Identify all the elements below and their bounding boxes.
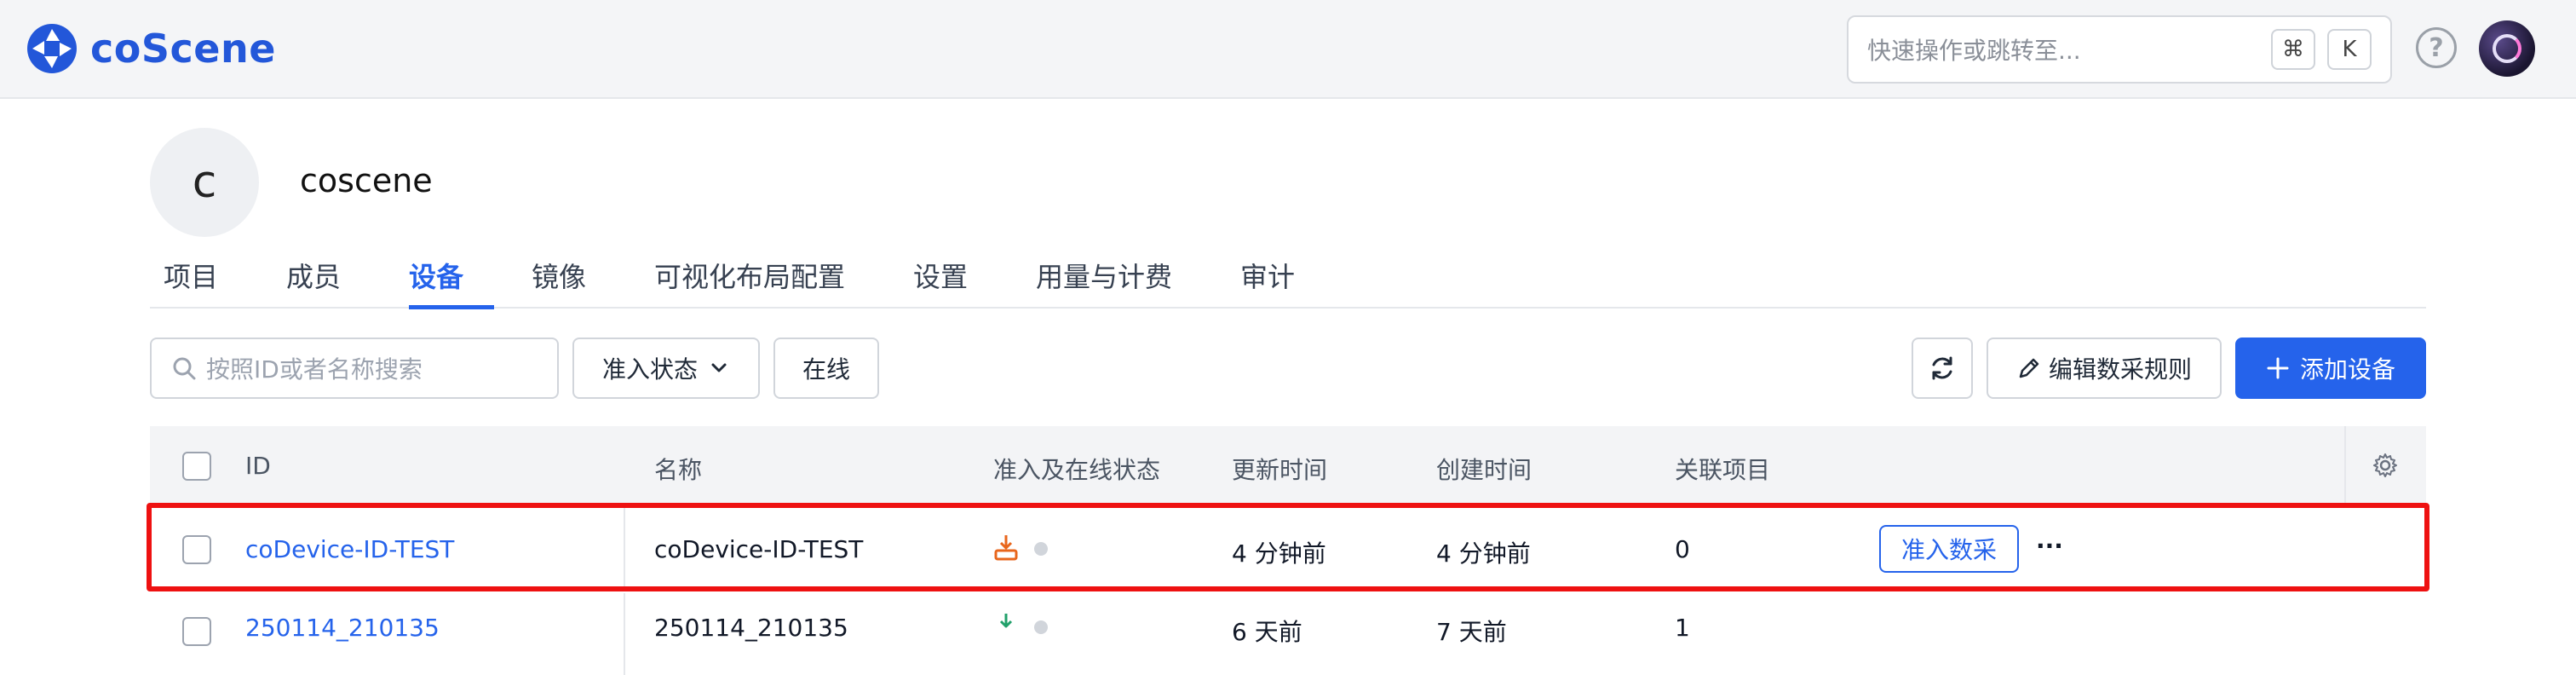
refresh-icon [1932,356,1952,380]
device-name: coDevice-ID-TEST [654,535,864,563]
tab-devices[interactable]: 设备 [409,256,463,295]
created-time: 7 天前 [1436,618,1507,646]
table-header: ID 名称 准入及在线状态 更新时间 创建时间 关联项目 [150,426,2426,505]
select-all-checkbox[interactable] [182,452,211,481]
brand-name: coScene [90,26,276,72]
device-search-input[interactable]: 按照ID或者名称搜索 [150,338,559,399]
edit-rules-label: 编辑数采规则 [2048,355,2192,384]
refresh-button[interactable] [1912,338,1973,399]
offline-status-dot [1034,542,1048,556]
command-key-icon: ⌘ [2271,29,2315,70]
more-actions-icon[interactable]: ··· [2036,532,2063,560]
plus-icon [2267,357,2289,379]
offline-status-dot [1034,620,1048,634]
header-status: 准入及在线状态 [993,456,1161,484]
top-bar: coScene 快速操作或跳转至... ⌘ K ? [0,0,2576,99]
add-device-button[interactable]: 添加设备 [2235,338,2426,399]
admit-collection-label: 准入数采 [1900,536,1997,564]
header-created: 创建时间 [1436,456,1532,484]
admit-status-filter[interactable]: 准入状态 [572,338,760,399]
device-id-link[interactable]: coDevice-ID-TEST [245,535,454,563]
table-row[interactable]: 250114_210135 250114_210135 6 天前 7 天前 1 [150,593,2426,675]
project-count: 0 [1675,535,1690,563]
help-icon[interactable]: ? [2416,27,2457,68]
add-device-label: 添加设备 [2299,355,2395,384]
project-count: 1 [1675,614,1690,642]
table-row[interactable]: coDevice-ID-TEST coDevice-ID-TEST 4 分钟前 … [150,508,2426,590]
tab-members[interactable]: 成员 [286,256,341,295]
header-id: ID [245,452,271,480]
admit-collection-button[interactable]: 准入数采 [1879,525,2019,573]
pending-admission-icon [994,535,1018,561]
brand-logo[interactable]: coScene [26,20,276,77]
admitted-download-icon [999,614,1013,628]
header-updated: 更新时间 [1232,456,1328,484]
edit-collection-rules-button[interactable]: 编辑数采规则 [1987,338,2222,399]
tab-projects[interactable]: 项目 [164,256,218,295]
pencil-icon [2019,358,2039,378]
created-time: 4 分钟前 [1436,539,1531,568]
device-id-link[interactable]: 250114_210135 [245,614,440,642]
header-projects: 关联项目 [1675,456,1771,484]
tab-images[interactable]: 镜像 [532,256,586,295]
online-filter-button[interactable]: 在线 [773,338,879,399]
chevron-down-icon [711,363,727,372]
row-checkbox[interactable] [182,535,211,564]
org-tabs: 项目 成员 设备 镜像 可视化布局配置 设置 用量与计费 审计 [150,247,2426,309]
org-avatar: c [150,128,259,237]
device-name: 250114_210135 [654,614,848,642]
quick-action-placeholder: 快速操作或跳转至... [1867,37,2081,65]
coscene-logo-icon [27,24,77,73]
updated-time: 6 天前 [1232,618,1302,646]
k-key-hint: K [2327,29,2372,70]
updated-time: 4 分钟前 [1232,539,1326,568]
device-search-placeholder: 按照ID或者名称搜索 [206,355,423,384]
tab-settings[interactable]: 设置 [913,256,968,295]
tab-layout-config[interactable]: 可视化布局配置 [654,256,845,295]
tab-usage-billing[interactable]: 用量与计费 [1036,256,1172,295]
user-avatar[interactable] [2479,20,2535,77]
tab-audit[interactable]: 审计 [1240,256,1295,295]
quick-action-search[interactable]: 快速操作或跳转至... ⌘ K [1847,15,2392,84]
column-settings-gear-icon[interactable] [2372,452,2399,479]
row-checkbox[interactable] [182,617,211,646]
search-icon [173,357,196,380]
admit-status-label: 准入状态 [601,355,698,384]
active-tab-indicator [409,305,494,309]
org-name: coscene [300,162,433,199]
online-filter-label: 在线 [802,355,850,384]
header-name: 名称 [654,456,703,484]
